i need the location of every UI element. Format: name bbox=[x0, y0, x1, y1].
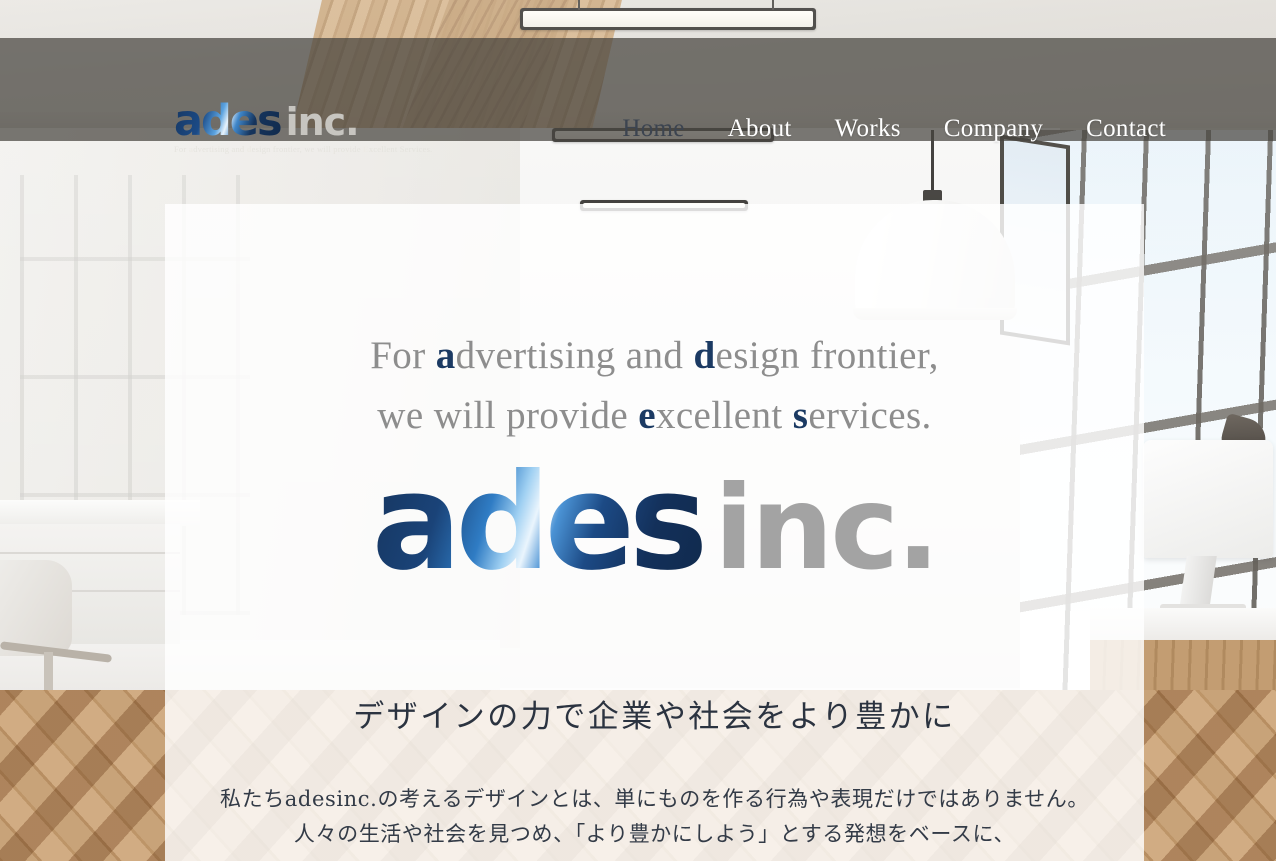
hero-l2-part-3: ervices. bbox=[808, 394, 932, 437]
nav-item-company[interactable]: Company bbox=[944, 116, 1043, 141]
tagline-prefix: For bbox=[174, 144, 189, 154]
tagline-mid-1: dvertising and bbox=[193, 144, 247, 154]
nav-item-about[interactable]: About bbox=[728, 116, 792, 141]
section-body-jp: 私たちadesinc.の考えるデザインとは、単にものを作る行為や表現だけではあり… bbox=[165, 782, 1144, 852]
body-line-1: 私たちadesinc.の考えるデザインとは、単にものを作る行為や表現だけではあり… bbox=[220, 787, 1089, 811]
hero-l1-part-2: dvertising and bbox=[455, 334, 694, 377]
nav-item-works[interactable]: Works bbox=[835, 116, 901, 141]
hero-tagline: For advertising and design frontier, we … bbox=[165, 326, 1144, 446]
content-panel: For advertising and design frontier, we … bbox=[165, 204, 1144, 861]
header-logo-tagline: For advertising and design frontier, we … bbox=[174, 144, 432, 154]
hero-l1-accent-a: a bbox=[435, 334, 456, 377]
hero-l2-part-1: we will provide bbox=[377, 394, 639, 437]
hero-l2-accent-e: e bbox=[638, 394, 656, 437]
body-line-2: 人々の生活や社会を見つめ、「より豊かにしよう」とする発想をベースに、 bbox=[293, 822, 1016, 846]
hero-tagline-line-1: For advertising and design frontier, bbox=[165, 326, 1144, 386]
nav-item-contact[interactable]: Contact bbox=[1086, 116, 1166, 141]
hero-tagline-line-2: we will provide excellent services. bbox=[165, 386, 1144, 446]
nav-item-home[interactable]: Home bbox=[622, 116, 684, 141]
page-root: ades inc. For advertising and design fro… bbox=[0, 0, 1276, 861]
hero-l2-part-2: xcellent bbox=[655, 394, 793, 437]
hero-logo-inc-text: inc. bbox=[714, 461, 940, 596]
hero-l1-part-1: For bbox=[370, 334, 436, 377]
hero-logo-ades-text: ades bbox=[371, 446, 708, 600]
main-navigation: Home About Works Company Contact bbox=[622, 116, 1166, 141]
header-logo-inc-text: inc. bbox=[285, 100, 360, 144]
hero-logo: ades inc. bbox=[165, 457, 1144, 590]
header-logo-ades-text: ades bbox=[174, 96, 283, 146]
header-logo-wordmark: ades inc. bbox=[174, 100, 394, 143]
site-header: ades inc. For advertising and design fro… bbox=[0, 38, 1276, 154]
tagline-mid-2: esign frontier, we will provide bbox=[251, 144, 363, 154]
tagline-suffix: xcellent Services. bbox=[368, 144, 433, 154]
hero-l2-accent-s: s bbox=[792, 394, 809, 437]
hero-l1-part-3: esign frontier, bbox=[715, 334, 939, 377]
section-heading-jp: デザインの力で企業や社会をより豊かに bbox=[353, 699, 956, 735]
header-logo[interactable]: ades inc. For advertising and design fro… bbox=[174, 100, 432, 155]
hero-l1-accent-d: d bbox=[693, 334, 716, 377]
